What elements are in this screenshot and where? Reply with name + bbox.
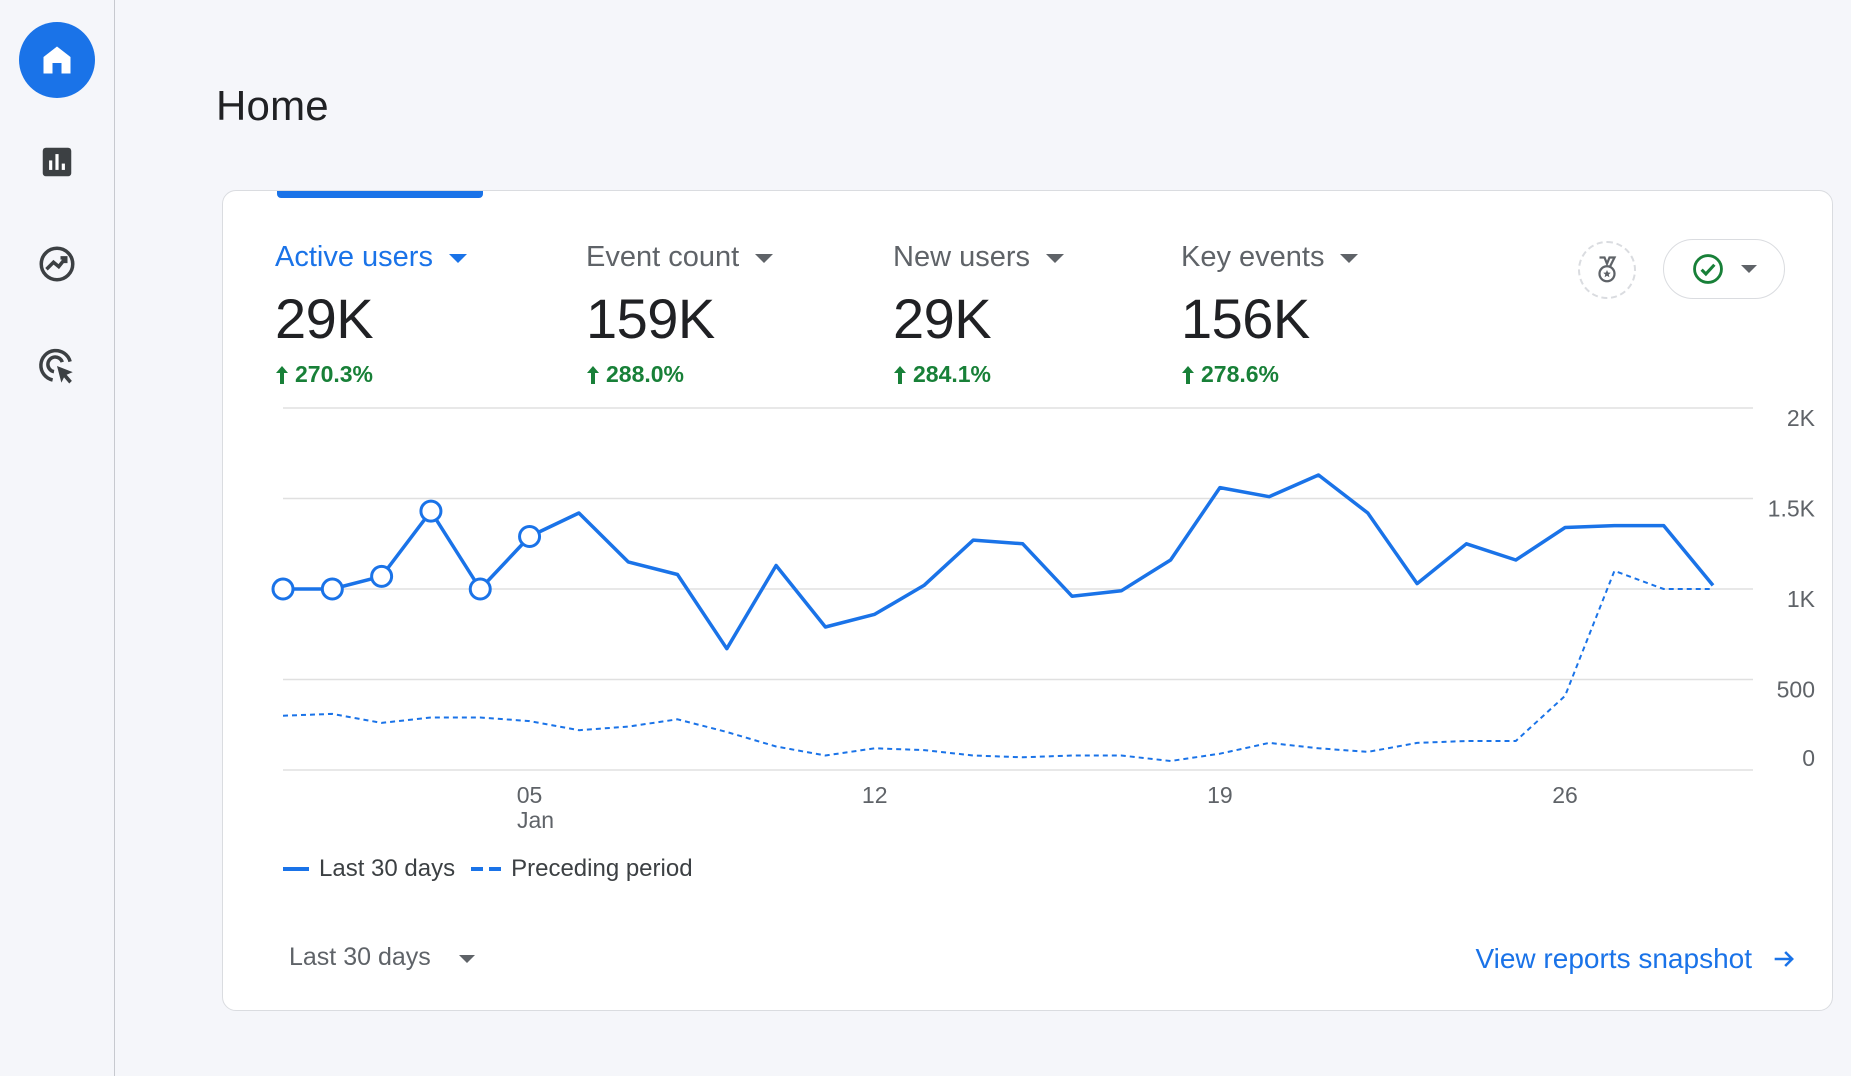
left-nav-rail — [0, 0, 115, 1076]
trend-chart: 2K 1.5K 1K 500 0 05Jan 12 19 26 — [271, 405, 1816, 833]
series-line-preceding-period — [282, 569, 1713, 762]
nav-home-button[interactable] — [19, 22, 95, 98]
y-tick-label: 0 — [1802, 745, 1815, 771]
data-point-marker — [518, 525, 542, 549]
cursor-target-icon — [39, 348, 73, 384]
x-tick-label: 05 — [517, 782, 543, 808]
x-tick-label: 19 — [1207, 782, 1233, 808]
y-tick-label: 1K — [1787, 586, 1816, 612]
snapshot-link-label: View reports snapshot — [1475, 943, 1752, 974]
date-range-dropdown[interactable]: Last 30 days — [289, 943, 475, 972]
y-tick-label: 2K — [1787, 405, 1816, 431]
chart-legend: Last 30 days Preceding period — [283, 855, 709, 883]
explore-trend-icon — [39, 246, 75, 282]
data-point-marker — [271, 577, 295, 601]
arrow-right-icon — [1774, 951, 1794, 967]
overview-card: Active users 29K 270.3% Event count 159K… — [222, 190, 1833, 1011]
legend-item-previous: Preceding period — [471, 855, 693, 883]
view-reports-snapshot-link[interactable]: View reports snapshot — [1475, 943, 1798, 975]
dashed-line-swatch — [471, 867, 502, 871]
x-tick-sublabel: Jan — [517, 807, 554, 833]
solid-line-swatch — [283, 867, 309, 871]
legend-label: Preceding period — [511, 855, 693, 882]
nav-reports-button[interactable] — [19, 124, 95, 200]
y-tick-label: 1.5K — [1768, 496, 1816, 522]
page-title: Home — [216, 82, 329, 129]
legend-label: Last 30 days — [319, 855, 456, 882]
nav-explore-button[interactable] — [19, 226, 95, 302]
data-point-marker — [468, 577, 492, 601]
x-tick-label: 26 — [1552, 782, 1578, 808]
y-tick-label: 500 — [1777, 677, 1815, 703]
series-line-last-30-days — [283, 473, 1715, 651]
home-icon — [43, 46, 71, 74]
caret-down-icon — [458, 955, 475, 963]
bar-chart-icon — [42, 147, 72, 177]
data-point-marker — [320, 577, 344, 601]
nav-advertising-button[interactable] — [19, 328, 95, 404]
data-point-marker — [419, 499, 443, 523]
date-range-label: Last 30 days — [289, 943, 431, 971]
legend-item-current: Last 30 days — [283, 855, 455, 883]
data-point-marker — [370, 564, 394, 588]
x-tick-label: 12 — [862, 782, 888, 808]
